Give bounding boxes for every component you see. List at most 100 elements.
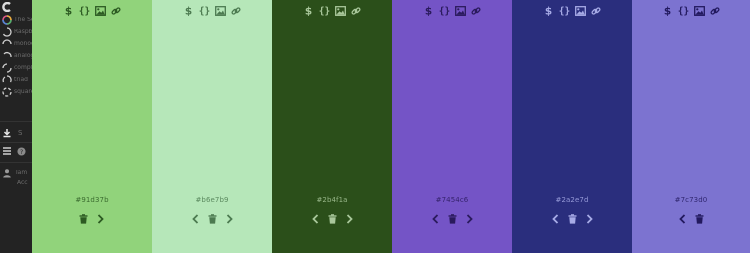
sidebar-item-label: analog xyxy=(14,53,32,59)
logo-icon xyxy=(1,2,12,13)
ring-icon xyxy=(1,63,12,74)
trash-icon[interactable] xyxy=(695,213,705,225)
download-button[interactable]: S xyxy=(0,127,32,139)
code-braces-icon[interactable]: {} xyxy=(319,5,330,16)
trash-icon[interactable] xyxy=(79,213,89,225)
image-icon[interactable] xyxy=(214,5,226,16)
menu-button[interactable]: ? R xyxy=(0,145,32,157)
swatch-toolbar: $ {} xyxy=(272,5,392,16)
dollar-icon[interactable]: $ xyxy=(183,5,194,17)
color-swatch[interactable]: $ {} #7c73d0 xyxy=(632,0,750,253)
svg-text:$: $ xyxy=(184,6,191,17)
move-right-icon[interactable] xyxy=(584,213,594,225)
logo[interactable] xyxy=(0,1,32,13)
sidebar-item-palette-6[interactable]: square xyxy=(0,86,32,98)
link-icon[interactable] xyxy=(351,5,362,16)
user-subtitle: Acc xyxy=(17,180,28,186)
svg-text:$: $ xyxy=(64,6,71,17)
hex-code[interactable]: #2a2e7d xyxy=(512,196,632,204)
move-left-icon[interactable] xyxy=(430,213,440,225)
swatch-controls xyxy=(272,213,392,225)
trash-icon[interactable] xyxy=(207,213,217,225)
code-braces-icon[interactable]: {} xyxy=(79,5,90,16)
image-icon[interactable] xyxy=(94,5,106,16)
color-swatch[interactable]: $ {} #7454c6 xyxy=(392,0,512,253)
dollar-icon[interactable]: $ xyxy=(543,5,554,17)
color-swatch[interactable]: $ {} #b6e7b9 xyxy=(152,0,272,253)
sidebar-item-palette-3[interactable]: analog xyxy=(0,50,32,62)
trash-icon[interactable] xyxy=(327,213,337,225)
link-icon[interactable] xyxy=(591,5,602,16)
image-icon[interactable] xyxy=(334,5,346,16)
swatch-toolbar: $ {} xyxy=(152,5,272,16)
hex-code[interactable]: #7c73d0 xyxy=(632,196,750,204)
svg-text:{}: {} xyxy=(79,6,90,16)
link-icon[interactable] xyxy=(231,5,242,16)
hex-code[interactable]: #7454c6 xyxy=(392,196,512,204)
code-braces-icon[interactable]: {} xyxy=(559,5,570,16)
ring-icon xyxy=(1,27,12,38)
color-swatch[interactable]: $ {} #2a2e7d xyxy=(512,0,632,253)
color-wheel-icon xyxy=(1,15,12,26)
move-right-icon[interactable] xyxy=(464,213,474,225)
swatch-controls xyxy=(152,213,272,225)
svg-text:$: $ xyxy=(663,6,670,17)
svg-text:{}: {} xyxy=(199,6,210,16)
sidebar-divider xyxy=(0,121,32,122)
download-icon xyxy=(1,128,12,139)
sidebar-divider xyxy=(0,162,32,163)
hex-code[interactable]: #2b4f1a xyxy=(272,196,392,204)
move-left-icon[interactable] xyxy=(190,213,200,225)
sidebar: The Se Raspbe monoch analog comple xyxy=(0,0,32,253)
trash-icon[interactable] xyxy=(447,213,457,225)
code-braces-icon[interactable]: {} xyxy=(199,5,210,16)
ring-icon xyxy=(1,75,12,86)
svg-text:?: ? xyxy=(20,148,23,155)
swatch-toolbar: $ {} xyxy=(32,5,152,16)
svg-text:$: $ xyxy=(424,6,431,17)
trash-icon[interactable] xyxy=(567,213,577,225)
move-left-icon[interactable] xyxy=(310,213,320,225)
move-left-icon[interactable] xyxy=(550,213,560,225)
dollar-icon[interactable]: $ xyxy=(63,5,74,17)
move-left-icon[interactable] xyxy=(678,213,688,225)
sidebar-item-label: Raspbe xyxy=(14,29,32,35)
image-icon[interactable] xyxy=(574,5,586,16)
swatch-controls xyxy=(632,213,750,225)
move-right-icon[interactable] xyxy=(224,213,234,225)
image-icon[interactable] xyxy=(693,5,705,16)
move-right-icon[interactable] xyxy=(344,213,354,225)
hex-code[interactable]: #91d37b xyxy=(32,196,152,204)
user-subtitle-row: Acc xyxy=(0,177,32,189)
download-label: S xyxy=(18,130,23,136)
sidebar-item-palette-1[interactable]: Raspbe xyxy=(0,26,32,38)
sidebar-item-palette-4[interactable]: comple xyxy=(0,62,32,74)
swatch-toolbar: $ {} xyxy=(392,5,512,16)
hex-code[interactable]: #b6e7b9 xyxy=(152,196,272,204)
color-swatch[interactable]: $ {} #91d37b xyxy=(32,0,152,253)
image-icon[interactable] xyxy=(454,5,466,16)
help-icon[interactable]: ? xyxy=(16,146,27,157)
sidebar-item-label: triad xyxy=(14,77,28,83)
svg-text:$: $ xyxy=(304,6,311,17)
svg-text:$: $ xyxy=(544,6,551,17)
color-swatch[interactable]: $ {} #2b4f1a xyxy=(272,0,392,253)
swatch-toolbar: $ {} xyxy=(512,5,632,16)
sidebar-item-label: comple xyxy=(14,65,32,71)
swatch-controls xyxy=(32,213,152,225)
code-braces-icon[interactable]: {} xyxy=(678,5,689,16)
dollar-icon[interactable]: $ xyxy=(303,5,314,17)
svg-text:{}: {} xyxy=(319,6,330,16)
link-icon[interactable] xyxy=(471,5,482,16)
link-icon[interactable] xyxy=(111,5,122,16)
sidebar-item-palette-5[interactable]: triad xyxy=(0,74,32,86)
sidebar-item-label: The Se xyxy=(14,17,32,23)
dollar-icon[interactable]: $ xyxy=(662,5,673,17)
dollar-icon[interactable]: $ xyxy=(423,5,434,17)
user-name: Tam xyxy=(15,170,28,176)
code-braces-icon[interactable]: {} xyxy=(439,5,450,16)
link-icon[interactable] xyxy=(710,5,721,16)
sidebar-item-palette-0[interactable]: The Se xyxy=(0,14,32,26)
move-right-icon[interactable] xyxy=(96,213,106,225)
sidebar-item-palette-2[interactable]: monoch xyxy=(0,38,32,50)
